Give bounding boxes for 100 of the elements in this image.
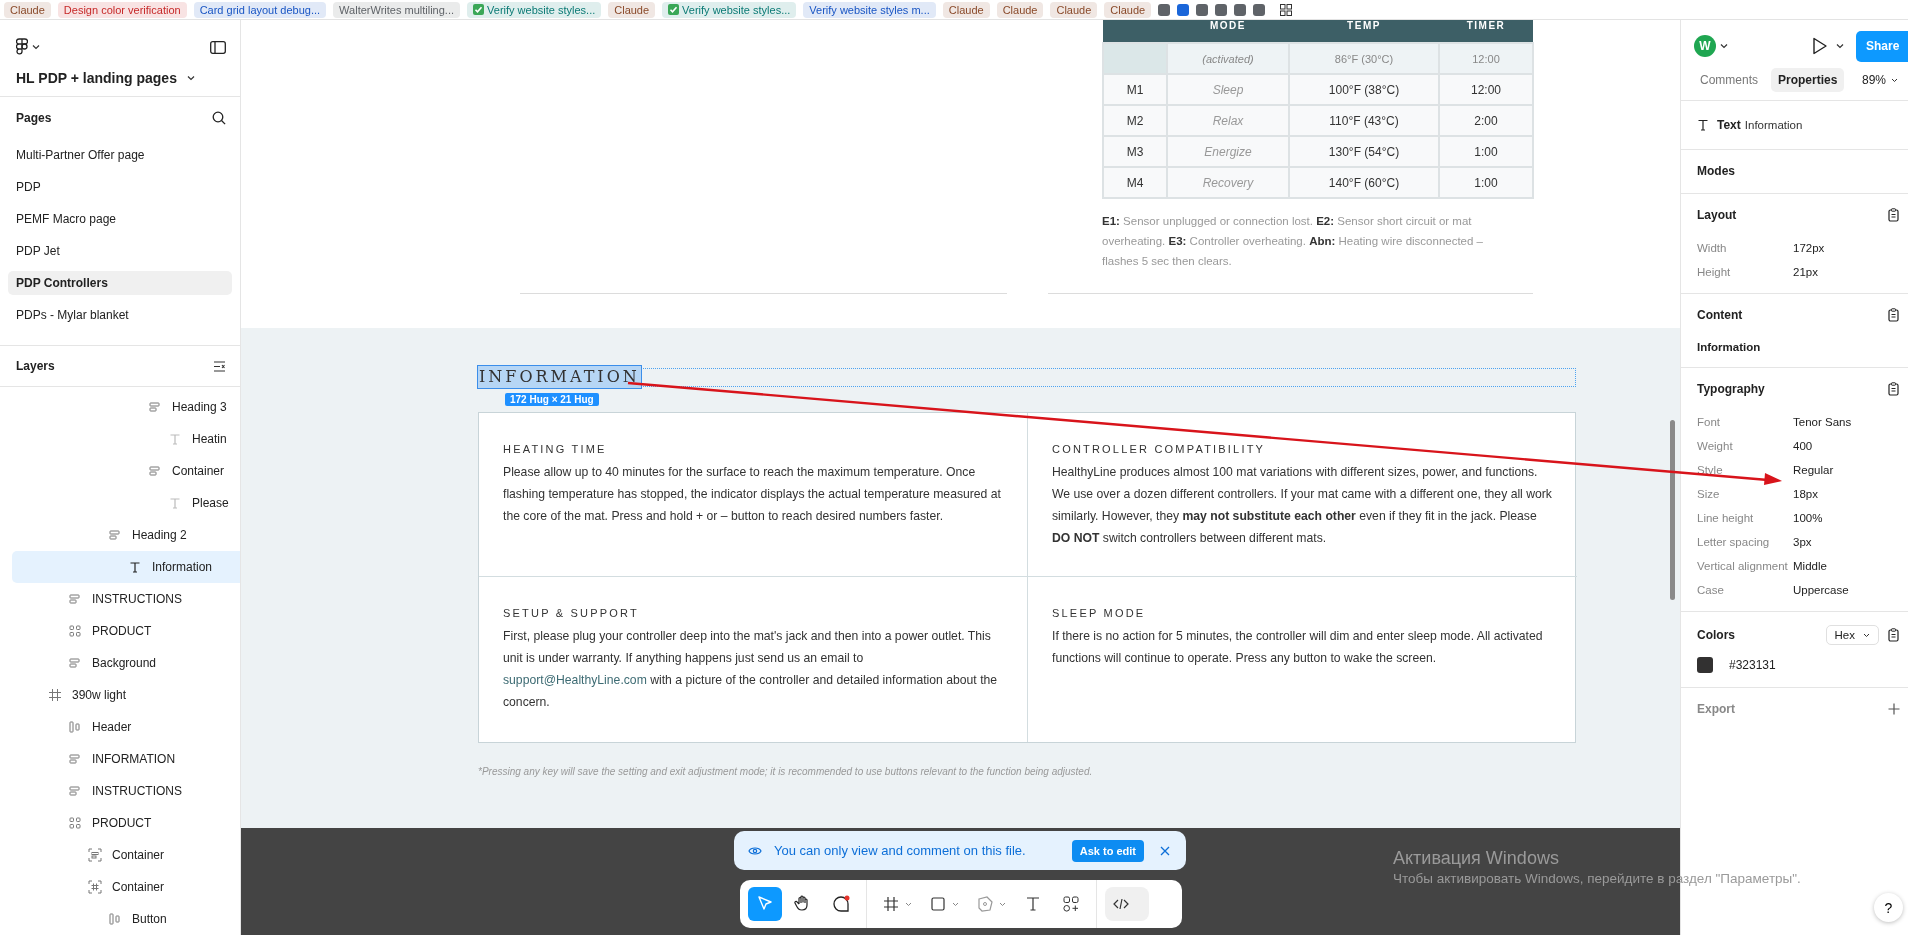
logo-icon xyxy=(16,38,28,56)
color-swatch[interactable] xyxy=(1697,657,1713,673)
text-icon xyxy=(128,560,142,574)
section-title: Export xyxy=(1697,702,1735,716)
layer-item[interactable]: Container xyxy=(12,839,240,871)
copy-icon xyxy=(1887,308,1900,322)
activation-title: Активация Windows xyxy=(1393,848,1560,869)
property-value: 21px xyxy=(1793,265,1818,279)
browser-tab[interactable]: Verify website styles... xyxy=(662,1,797,18)
browser-tab[interactable]: Design color verification xyxy=(57,1,187,18)
table-cell: 130°F (54°C) xyxy=(1289,136,1439,167)
table-cell: M3 xyxy=(1103,136,1167,167)
page-item[interactable]: PDPs - Mylar blanket xyxy=(8,303,232,328)
tab-icon[interactable] xyxy=(1253,3,1266,16)
zoom-menu[interactable]: 89% xyxy=(1861,73,1898,87)
table-cell: 140°F (60°C) xyxy=(1289,167,1439,198)
property-value: Tenor Sans xyxy=(1793,415,1852,429)
browser-tab[interactable]: Card grid layout debug... xyxy=(193,1,327,18)
card-text: HealthyLine produces almost 100 mat variations with different sizes, power, and functions. We use over a dozen different controllers. If your mat came with a different one, they all work similarly. However, they may not substitute each other even if they fit in the jack. Please DO NOT switch controllers between different mats. xyxy=(1052,464,1553,547)
property-value: 3px xyxy=(1793,535,1812,549)
page-item[interactable]: PDP Controllers xyxy=(8,271,232,296)
browser-tab[interactable]: Claude xyxy=(1104,1,1152,18)
tab-icon[interactable] xyxy=(1177,3,1190,16)
layer-item[interactable]: Container xyxy=(12,455,240,487)
check-icon xyxy=(668,4,680,15)
page-item[interactable]: Multi-Partner Offer page xyxy=(8,143,232,168)
caret-icon xyxy=(952,901,959,907)
panel-tab[interactable]: Properties xyxy=(1771,68,1845,92)
browser-tab[interactable]: WalterWrites multiling... xyxy=(333,1,461,18)
color-format-dropdown[interactable]: Hex xyxy=(1825,625,1879,645)
layer-item[interactable]: Please xyxy=(12,487,240,519)
property-label: Case xyxy=(1697,583,1725,597)
page-item[interactable]: PDP Jet xyxy=(8,239,232,264)
layer-item[interactable]: Heatin xyxy=(12,423,240,455)
error-notes: E1: Sensor unplugged or connection lost. E2: Sensor short circuit or mat overheating. E3: Controller overheating. Abn: Heating wire disconnected – flashes 5 sec then clears. xyxy=(1102,214,1484,269)
copy-icon xyxy=(1887,628,1900,642)
layer-item[interactable]: 390w light xyxy=(12,679,240,711)
pen-icon xyxy=(975,894,995,914)
column-header: TEMP xyxy=(1289,20,1439,43)
help-button[interactable]: ? xyxy=(1874,893,1903,922)
grid-icon xyxy=(1280,3,1293,16)
email-link[interactable]: support@HealthyLine.com xyxy=(503,673,647,687)
layer-item[interactable]: Background xyxy=(12,647,240,679)
browser-tab[interactable]: Verify website styles... xyxy=(467,1,602,18)
play-icon xyxy=(1812,37,1828,55)
stack-icon xyxy=(68,752,82,766)
table-cell: 100°F (38°C) xyxy=(1289,74,1439,105)
panel-tab[interactable]: Comments xyxy=(1693,68,1765,92)
grid-icon xyxy=(68,624,82,638)
app-menu[interactable] xyxy=(16,38,40,56)
table-cell: 12:00 xyxy=(1439,74,1533,105)
table-cell: 1:00 xyxy=(1439,136,1533,167)
copy-icon xyxy=(1887,208,1900,222)
browser-tab[interactable]: Claude xyxy=(996,1,1044,18)
layer-item[interactable]: INSTRUCTIONS xyxy=(12,775,240,807)
layer-item[interactable]: Header xyxy=(12,711,240,743)
browser-tab[interactable]: Claude xyxy=(942,1,990,18)
card-text: Please allow up to 40 minutes for the surface to reach the maximum temperature. Once flashing temperature has stopped, the indicator displays the actual temperature measured at the core of the mat. Press and hold + or – button to reach desired numbers faster. xyxy=(503,464,1002,525)
tab-icon[interactable] xyxy=(1158,3,1171,16)
layer-item[interactable]: INSTRUCTIONS xyxy=(12,583,240,615)
hash-icon xyxy=(881,894,901,914)
layer-item[interactable]: Container xyxy=(12,871,240,903)
file-title[interactable]: HL PDP + landing pages xyxy=(16,70,226,86)
present-button[interactable] xyxy=(1812,37,1844,55)
stack-icon xyxy=(148,400,162,414)
caret-icon xyxy=(1836,43,1844,49)
browser-tab[interactable]: Claude xyxy=(1050,1,1098,18)
table-cell: Recovery xyxy=(1167,167,1289,198)
card-title: SETUP & SUPPORT xyxy=(503,607,640,619)
section-heading: INFORMATION xyxy=(478,366,641,388)
page-item[interactable]: PEMF Macro page xyxy=(8,207,232,232)
page-item[interactable]: PDP xyxy=(8,175,232,200)
scrollbar[interactable] xyxy=(1670,420,1675,600)
layer-name: Information xyxy=(1744,119,1803,131)
text-icon xyxy=(168,432,182,446)
tab-icon[interactable] xyxy=(1234,3,1247,16)
caret-icon xyxy=(32,44,40,50)
layer-item[interactable]: Heading 2 xyxy=(12,519,240,551)
layer-item[interactable]: PRODUCT xyxy=(12,807,240,839)
table-cell: 2:00 xyxy=(1439,105,1533,136)
property-value: 18px xyxy=(1793,487,1818,501)
section-title: Colors xyxy=(1697,628,1735,642)
tab-icon[interactable] xyxy=(1215,3,1228,16)
table-cell: Relax xyxy=(1167,105,1289,136)
tab-icon[interactable] xyxy=(1196,3,1209,16)
caret-icon xyxy=(999,901,1006,907)
layer-type: Text xyxy=(1717,118,1741,132)
layer-item[interactable]: PRODUCT xyxy=(12,615,240,647)
layer-item[interactable]: Information xyxy=(12,551,240,583)
square-icon xyxy=(928,894,948,914)
browser-tab[interactable]: Claude xyxy=(4,1,51,18)
table-cell: 12:00 xyxy=(1439,43,1533,74)
layer-item[interactable]: Heading 3 xyxy=(12,391,240,423)
browser-tab[interactable]: Verify website styles m... xyxy=(803,1,936,18)
layer-item[interactable]: Button xyxy=(12,903,240,935)
browser-tab[interactable]: Claude xyxy=(608,1,656,18)
property-value: Uppercase xyxy=(1793,583,1849,597)
layer-item[interactable]: INFORMATION xyxy=(12,743,240,775)
stack-icon xyxy=(68,656,82,670)
property-value: 100% xyxy=(1793,511,1823,525)
